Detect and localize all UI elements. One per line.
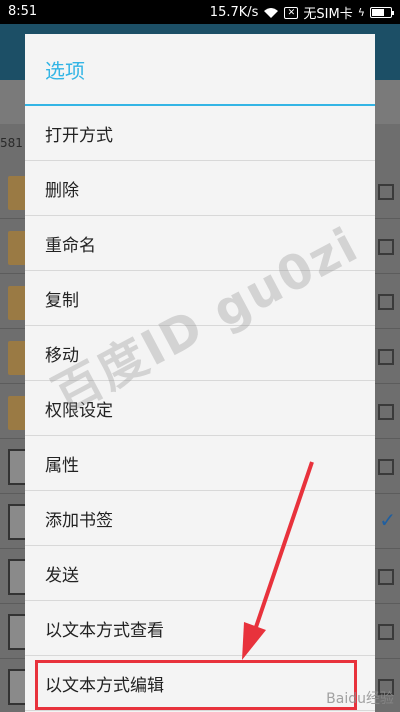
corner-watermark: Baidu经验 [326, 691, 394, 707]
red-arrow-annotation [242, 461, 314, 660]
